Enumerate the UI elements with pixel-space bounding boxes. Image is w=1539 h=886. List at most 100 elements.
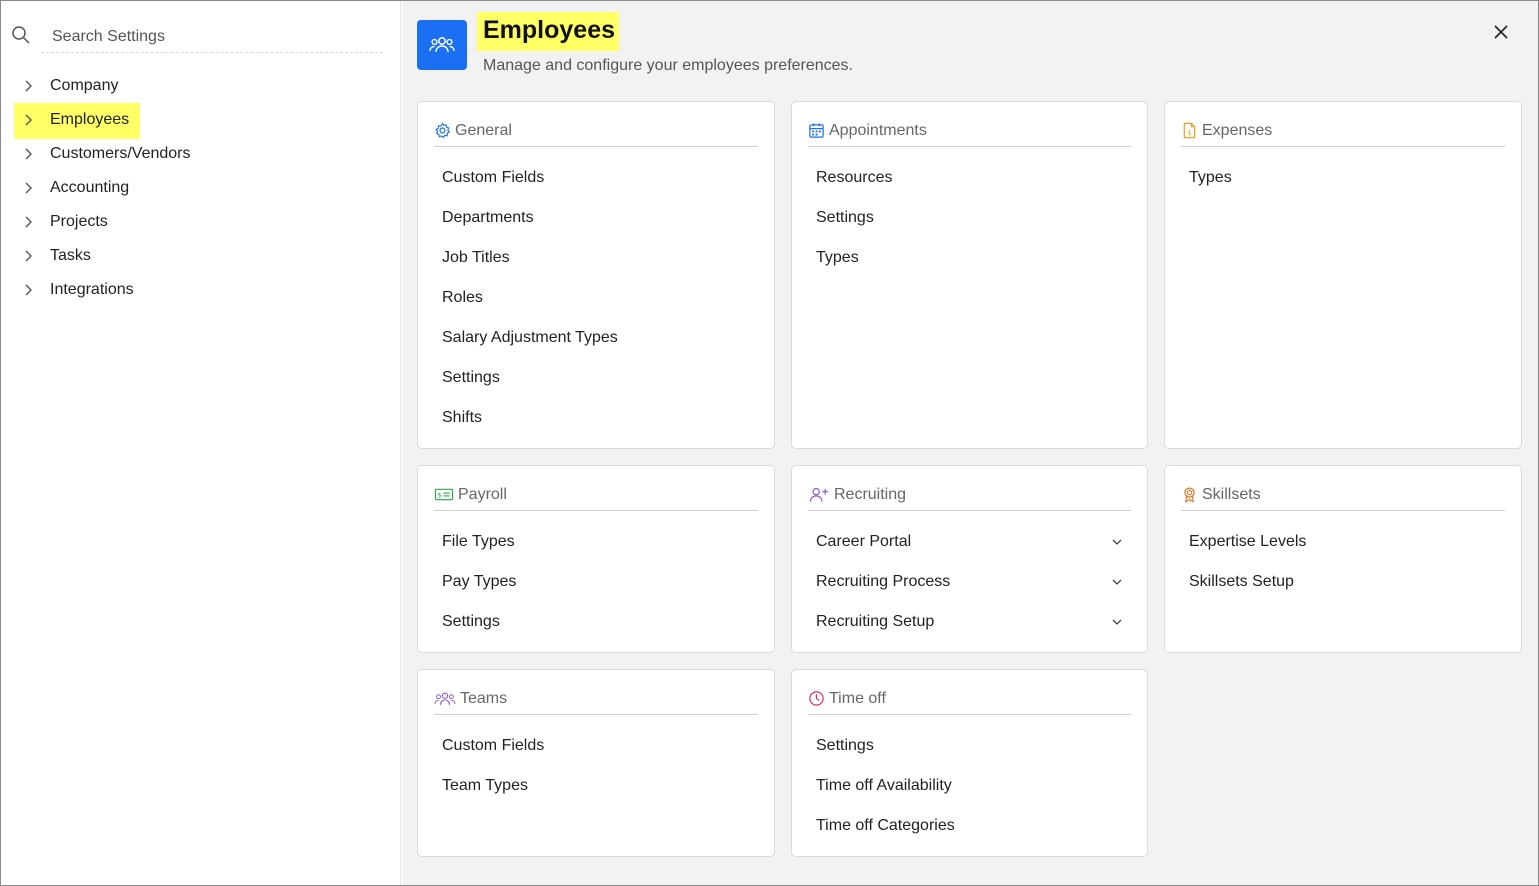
card-item-label: Recruiting Setup bbox=[816, 613, 935, 630]
page-title: Employees bbox=[483, 16, 616, 44]
card-item-pay-types[interactable]: Pay Types bbox=[442, 562, 750, 602]
sidebar-item-customers-vendors[interactable]: Customers/Vendors bbox=[1, 137, 401, 171]
payroll-card-icon: $ bbox=[434, 488, 454, 501]
close-icon[interactable] bbox=[1490, 21, 1512, 43]
card-item-roles[interactable]: Roles bbox=[442, 278, 750, 318]
page-subtitle: Manage and configure your employees pref… bbox=[483, 57, 853, 74]
card-item-career-portal[interactable]: Career Portal bbox=[816, 522, 1123, 562]
card-item-salary-adjustment-types[interactable]: Salary Adjustment Types bbox=[442, 318, 750, 358]
sidebar-item-company[interactable]: Company bbox=[1, 69, 401, 103]
sidebar-item-employees[interactable]: Employees bbox=[1, 103, 401, 139]
card-items: Types bbox=[1189, 158, 1497, 198]
card-items: Custom Fields Departments Job Titles Rol… bbox=[442, 158, 750, 438]
card-item-custom-fields[interactable]: Custom Fields bbox=[442, 158, 750, 198]
card-header: Appointments bbox=[808, 119, 1131, 147]
sidebar-item-projects[interactable]: Projects bbox=[1, 205, 401, 239]
card-time-off: Time off Settings Time off Availability … bbox=[791, 669, 1148, 857]
card-item-time-off-availability[interactable]: Time off Availability bbox=[816, 766, 1123, 806]
search-bar bbox=[11, 21, 383, 53]
card-item-label: Career Portal bbox=[816, 533, 912, 550]
card-item-custom-fields[interactable]: Custom Fields bbox=[442, 726, 750, 766]
card-title: General bbox=[455, 121, 512, 139]
card-teams: Teams Custom Fields Team Types bbox=[417, 669, 775, 857]
card-items: Expertise Levels Skillsets Setup bbox=[1189, 522, 1497, 602]
sidebar-item-label: Tasks bbox=[50, 247, 91, 264]
chevron-right-icon bbox=[25, 216, 32, 228]
card-items: Custom Fields Team Types bbox=[442, 726, 750, 806]
card-item-label: Recruiting Process bbox=[816, 573, 951, 590]
svg-text:$: $ bbox=[1187, 129, 1191, 137]
chevron-right-icon bbox=[25, 182, 32, 194]
card-title: Time off bbox=[829, 689, 886, 707]
calendar-icon bbox=[809, 123, 824, 138]
receipt-icon: $ bbox=[1183, 122, 1196, 139]
award-icon bbox=[1184, 487, 1195, 503]
card-item-recruiting-process[interactable]: Recruiting Process bbox=[816, 562, 1123, 602]
chevron-right-icon bbox=[25, 80, 32, 92]
sidebar-item-label: Company bbox=[50, 77, 119, 94]
sidebar-item-label: Employees bbox=[50, 111, 130, 128]
card-item-expertise-levels[interactable]: Expertise Levels bbox=[1189, 522, 1497, 562]
sidebar-nav: Company Employees Customers/Vendors Acco… bbox=[1, 69, 401, 307]
card-item-job-titles[interactable]: Job Titles bbox=[442, 238, 750, 278]
card-title: Payroll bbox=[458, 485, 507, 503]
card-header: Teams bbox=[434, 687, 758, 715]
gear-icon bbox=[435, 122, 451, 139]
card-general: General Custom Fields Departments Job Ti… bbox=[417, 101, 775, 449]
card-item-shifts[interactable]: Shifts bbox=[442, 398, 750, 438]
card-title: Teams bbox=[460, 689, 508, 707]
sidebar-item-label: Customers/Vendors bbox=[50, 145, 191, 162]
card-skillsets: Skillsets Expertise Levels Skillsets Set… bbox=[1164, 465, 1522, 653]
card-item-settings[interactable]: Settings bbox=[442, 602, 750, 642]
chevron-down-icon[interactable] bbox=[1111, 576, 1123, 588]
card-item-recruiting-setup[interactable]: Recruiting Setup bbox=[816, 602, 1123, 642]
search-input[interactable] bbox=[41, 21, 383, 53]
card-item-resources[interactable]: Resources bbox=[816, 158, 1123, 198]
card-item-settings[interactable]: Settings bbox=[442, 358, 750, 398]
card-item-time-off-categories[interactable]: Time off Categories bbox=[816, 806, 1123, 846]
svg-text:$: $ bbox=[438, 491, 442, 499]
search-icon bbox=[12, 26, 30, 44]
chevron-right-icon bbox=[25, 284, 32, 296]
chevron-right-icon bbox=[25, 148, 32, 160]
card-item-skillsets-setup[interactable]: Skillsets Setup bbox=[1189, 562, 1497, 602]
card-item-departments[interactable]: Departments bbox=[442, 198, 750, 238]
main-content: Employees Manage and configure your empl… bbox=[402, 1, 1538, 885]
sidebar-item-tasks[interactable]: Tasks bbox=[1, 239, 401, 273]
sidebar-item-integrations[interactable]: Integrations bbox=[1, 273, 401, 307]
clock-icon bbox=[809, 691, 824, 706]
chevron-down-icon[interactable] bbox=[1111, 616, 1123, 628]
user-plus-icon bbox=[809, 487, 828, 502]
card-items: Career Portal Recruiting Process Recruit… bbox=[816, 522, 1123, 642]
card-header: General bbox=[434, 119, 758, 147]
card-recruiting: Recruiting Career Portal Recruiting Proc… bbox=[791, 465, 1148, 653]
sidebar-item-label: Projects bbox=[50, 213, 108, 230]
card-title: Appointments bbox=[829, 121, 927, 139]
card-items: Settings Time off Availability Time off … bbox=[816, 726, 1123, 846]
card-header: $ Payroll bbox=[434, 483, 758, 511]
card-expenses: $ Expenses Types bbox=[1164, 101, 1522, 449]
card-header: $ Expenses bbox=[1181, 119, 1505, 147]
card-item-settings[interactable]: Settings bbox=[816, 726, 1123, 766]
card-items: Resources Settings Types bbox=[816, 158, 1123, 278]
card-title: Expenses bbox=[1202, 121, 1273, 139]
team-icon bbox=[434, 692, 456, 705]
card-item-file-types[interactable]: File Types bbox=[442, 522, 750, 562]
people-icon bbox=[417, 20, 467, 70]
card-item-types[interactable]: Types bbox=[1189, 158, 1497, 198]
card-header: Time off bbox=[808, 687, 1131, 715]
card-item-settings[interactable]: Settings bbox=[816, 198, 1123, 238]
sidebar-item-accounting[interactable]: Accounting bbox=[1, 171, 401, 205]
card-title: Recruiting bbox=[834, 485, 907, 503]
card-item-types[interactable]: Types bbox=[816, 238, 1123, 278]
card-title: Skillsets bbox=[1202, 485, 1261, 503]
settings-sidebar: Company Employees Customers/Vendors Acco… bbox=[1, 1, 401, 885]
sidebar-item-label: Integrations bbox=[50, 281, 134, 298]
card-header: Recruiting bbox=[808, 483, 1131, 511]
chevron-down-icon[interactable] bbox=[1111, 536, 1123, 548]
card-items: File Types Pay Types Settings bbox=[442, 522, 750, 642]
card-item-team-types[interactable]: Team Types bbox=[442, 766, 750, 806]
chevron-right-icon bbox=[25, 114, 32, 126]
sidebar-item-label: Accounting bbox=[50, 179, 130, 196]
chevron-right-icon bbox=[25, 250, 32, 262]
